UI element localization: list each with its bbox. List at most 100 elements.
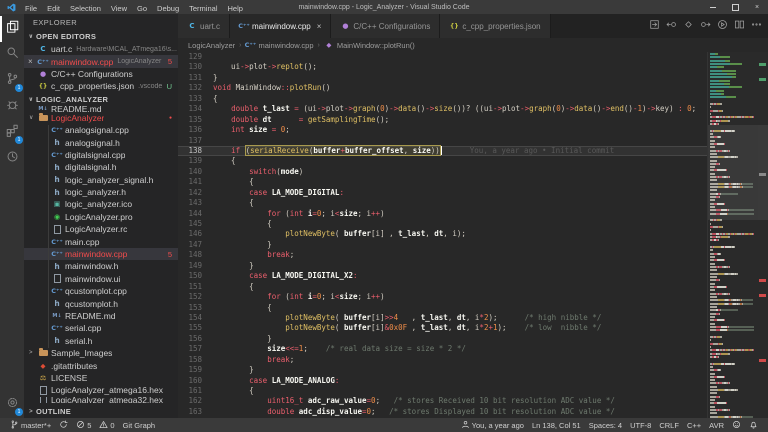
code-editor[interactable]: 129 130 ui->plot->replot(); 131} 132 void Ma… (178, 52, 707, 418)
menu-view[interactable]: View (106, 4, 132, 13)
minimap[interactable] (707, 52, 758, 418)
close-icon[interactable]: × (317, 22, 322, 31)
compare-changes-button[interactable] (647, 19, 662, 34)
tab-mainwindow-cpp[interactable]: mainwindow.cpp × (230, 14, 332, 38)
open-editors-list: uart.cHardware\MCAL_ATmega16\s... × mainwi… (24, 43, 178, 93)
tab-c-cpp-properties-json[interactable]: c_cpp_properties.json (440, 14, 551, 38)
activity-source-control[interactable]: 1 (0, 68, 24, 94)
status-bell[interactable] (745, 418, 762, 432)
file-label: main.cpp (65, 236, 100, 247)
code-line: 146 plotNewByte( buffer[i] , t_last, dt,… (178, 229, 707, 239)
status-sync[interactable] (55, 418, 72, 432)
more-actions-button[interactable] (749, 19, 764, 34)
file-label: logic_analyzer.ico (65, 199, 133, 210)
activity-search[interactable] (0, 42, 24, 68)
c-file-icon (38, 45, 48, 53)
menu-go[interactable]: Go (132, 4, 152, 13)
status-label: C++ (686, 420, 702, 430)
line-number: 147 (188, 239, 202, 249)
cpp-file-icon (52, 287, 62, 295)
status-0[interactable]: 0 (95, 418, 118, 432)
split-editor-button[interactable] (732, 19, 747, 34)
run-code-button[interactable] (715, 19, 730, 34)
line-number: 158 (188, 354, 202, 364)
open-editor-item[interactable]: × mainwindow.cppLogicAnalyzer 5 (24, 55, 178, 68)
activity-debug[interactable] (0, 94, 24, 120)
file-detail: LogicAnalyzer (117, 58, 162, 66)
tree-item[interactable]: ∨ LogicAnalyzer ● (24, 112, 178, 124)
tree-item[interactable]: LogicAnalyzer_atmega16.hex (24, 384, 178, 396)
menu-help[interactable]: Help (222, 4, 247, 13)
h-file-icon (52, 138, 62, 147)
file-label: LICENSE (51, 372, 88, 383)
h-file-icon (52, 175, 62, 184)
file-label: qcustomplot.h (65, 298, 118, 309)
status-crlf[interactable]: CRLF (655, 418, 683, 432)
breadcrumb-item[interactable]: LogicAnalyzer (188, 41, 235, 50)
activity-clock[interactable] (0, 146, 24, 172)
line-number: 143 (188, 198, 202, 208)
file-label: LogicAnalyzer_atmega16.hex (51, 385, 163, 396)
activity-manage[interactable]: 1 (0, 392, 24, 418)
overview-ruler[interactable] (758, 52, 768, 418)
decoration-badge: 5 (167, 57, 172, 67)
menu-file[interactable]: File (20, 4, 42, 13)
line-number: 156 (188, 333, 202, 343)
tab-c-c-configurations[interactable]: C/C++ Configurations (331, 14, 441, 38)
text-cursor (440, 145, 442, 155)
status-5[interactable]: 5 (72, 418, 95, 432)
line-number: 133 (188, 93, 202, 103)
minimize-button[interactable] (702, 0, 724, 14)
menu-selection[interactable]: Selection (65, 4, 106, 13)
status-label: You, a year ago (471, 420, 524, 430)
tree-item[interactable]: > Sample_Images (24, 347, 178, 359)
diff-decoration-button[interactable] (681, 19, 696, 34)
status-spaces-4[interactable]: Spaces: 4 (585, 418, 626, 432)
ruler-mark (759, 172, 766, 176)
status-master-[interactable]: master*+ (6, 418, 55, 432)
status-avr[interactable]: AVR (705, 418, 728, 432)
status-feedback[interactable] (728, 418, 745, 432)
h-file-icon (52, 262, 62, 271)
open-editors-header[interactable]: ∨ OPEN EDITORS (24, 30, 178, 43)
menu-debug[interactable]: Debug (152, 4, 184, 13)
line-number: 148 (188, 250, 202, 260)
open-editor-item[interactable]: uart.cHardware\MCAL_ATmega16\s... (24, 43, 178, 55)
menu-terminal[interactable]: Terminal (184, 4, 222, 13)
close-button[interactable]: × (746, 0, 768, 14)
breadcrumb-item[interactable]: mainwindow.cpp (245, 41, 313, 50)
activity-extensions[interactable]: 1 (0, 120, 24, 146)
breadcrumb-item[interactable]: MainWindow::plotRun() (324, 41, 415, 50)
tree-item[interactable]: LogicAnalyzer_atmega32.hex (24, 396, 178, 403)
outline-header[interactable]: > OUTLINE (24, 405, 178, 418)
code-line: 154 plotNewByte( buffer[i]>>4 , t_last, … (178, 313, 707, 323)
tree-item[interactable]: LICENSE (24, 372, 178, 384)
minimap-slider[interactable] (708, 125, 758, 221)
h-file-icon (52, 188, 62, 197)
activity-bar: 1 1 1 (0, 14, 24, 418)
tab-uart-c[interactable]: uart.c (178, 14, 231, 38)
file-label: digitalsignal.h (65, 162, 117, 173)
next-change-button[interactable] (698, 19, 713, 34)
status-utf-8[interactable]: UTF-8 (626, 418, 655, 432)
workspace-header[interactable]: ∨ LOGIC_ANALYZER (24, 92, 178, 106)
previous-change-button[interactable] (664, 19, 679, 34)
status-ln-138-col-51[interactable]: Ln 138, Col 51 (528, 418, 585, 432)
open-editor-item[interactable]: c_cpp_properties.json.vscodeU (24, 80, 178, 92)
tree-item[interactable]: .gitattributes (24, 359, 178, 371)
status-git-graph[interactable]: Git Graph (119, 418, 160, 432)
maximize-button[interactable] (724, 0, 746, 14)
status-you-a-year-ago[interactable]: You, a year ago (457, 418, 528, 432)
file-detail: Hardware\MCAL_ATmega16\s... (76, 45, 177, 53)
status-c-[interactable]: C++ (683, 418, 705, 432)
file-label: serial.h (65, 335, 93, 346)
file-label: LogicAnalyzer.rc (65, 224, 128, 235)
activity-explorer[interactable] (0, 16, 24, 42)
ruler-mark (759, 293, 766, 297)
menu-edit[interactable]: Edit (42, 4, 65, 13)
file-label: LogicAnalyzer (51, 112, 105, 123)
open-editor-item[interactable]: C/C++ Configurations (24, 68, 178, 80)
close-icon[interactable]: × (28, 57, 36, 66)
line-number: 132 (188, 83, 202, 93)
clock-icon (6, 150, 19, 168)
